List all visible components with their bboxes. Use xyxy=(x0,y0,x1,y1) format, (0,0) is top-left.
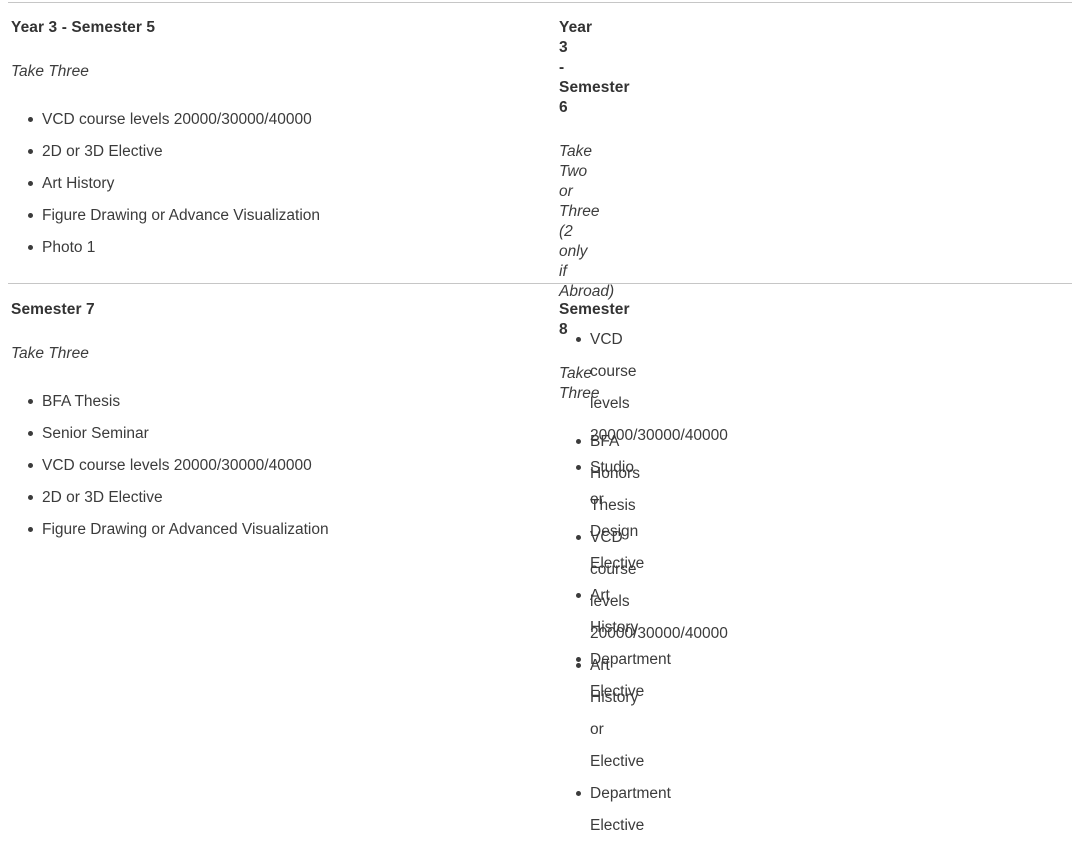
course-label: Art History or Elective xyxy=(590,657,645,770)
course-label: Senior Seminar xyxy=(42,425,149,442)
course-list-item: 2D or 3D Elective xyxy=(11,482,528,514)
course-list-item: 2D or 3D Elective xyxy=(11,136,528,168)
course-label: Photo 1 xyxy=(42,239,96,256)
bullet-icon xyxy=(28,213,33,218)
course-label: BFA Thesis xyxy=(42,393,121,410)
course-list-item: Art History or Elective xyxy=(559,650,644,778)
course-list-item: Senior Seminar xyxy=(11,418,528,450)
course-label: VCD course levels 20000/30000/40000 xyxy=(590,529,728,642)
bullet-icon xyxy=(28,463,33,468)
course-list-item: Department Elective xyxy=(559,778,671,842)
course-list-item: VCD course levels 20000/30000/40000 xyxy=(11,450,528,482)
bullet-icon xyxy=(576,663,581,668)
semester-row-second: Semester 7 Take Three BFA Thesis Senior … xyxy=(0,285,1080,842)
bullet-icon xyxy=(28,527,33,532)
bullet-icon xyxy=(28,149,33,154)
course-label: 2D or 3D Elective xyxy=(42,143,163,160)
course-list-item: VCD course levels 20000/30000/40000 xyxy=(11,104,528,136)
bullet-icon xyxy=(28,245,33,250)
course-list-item: BFA Honors Thesis xyxy=(559,426,640,522)
course-label: 2D or 3D Elective xyxy=(42,489,163,506)
course-label: Art History xyxy=(42,175,115,192)
bullet-icon xyxy=(28,495,33,500)
course-list-item: Art History xyxy=(11,168,528,200)
course-list-item: BFA Thesis xyxy=(11,386,528,418)
course-list-item: Figure Drawing or Advanced Visualization xyxy=(11,514,528,546)
bullet-icon xyxy=(576,439,581,444)
bullet-icon xyxy=(576,791,581,796)
course-label: VCD course levels 20000/30000/40000 xyxy=(42,111,312,128)
course-list: VCD course levels 20000/30000/40000 2D o… xyxy=(11,82,528,264)
course-list-item: Photo 1 xyxy=(11,232,528,264)
course-label: Figure Drawing or Advanced Visualization xyxy=(42,521,329,538)
course-list-item: Figure Drawing or Advance Visualization xyxy=(11,200,528,232)
curriculum-page: Year 3 - Semester 5 Take Three VCD cours… xyxy=(0,0,1080,834)
bullet-icon xyxy=(28,181,33,186)
course-list-item: VCD course levels 20000/30000/40000 xyxy=(559,522,728,650)
course-list: BFA Thesis Senior Seminar VCD course lev… xyxy=(11,364,528,546)
semester-column-8: Semester 8 Take Three BFA Honors Thesis … xyxy=(0,285,728,842)
bullet-icon xyxy=(28,431,33,436)
course-label: Figure Drawing or Advance Visualization xyxy=(42,207,321,224)
bullet-icon xyxy=(28,117,33,122)
course-label: BFA Honors Thesis xyxy=(590,433,640,514)
bullet-icon xyxy=(576,535,581,540)
course-label: Department Elective xyxy=(590,785,671,834)
bullet-icon xyxy=(28,399,33,404)
course-label: VCD course levels 20000/30000/40000 xyxy=(42,457,312,474)
